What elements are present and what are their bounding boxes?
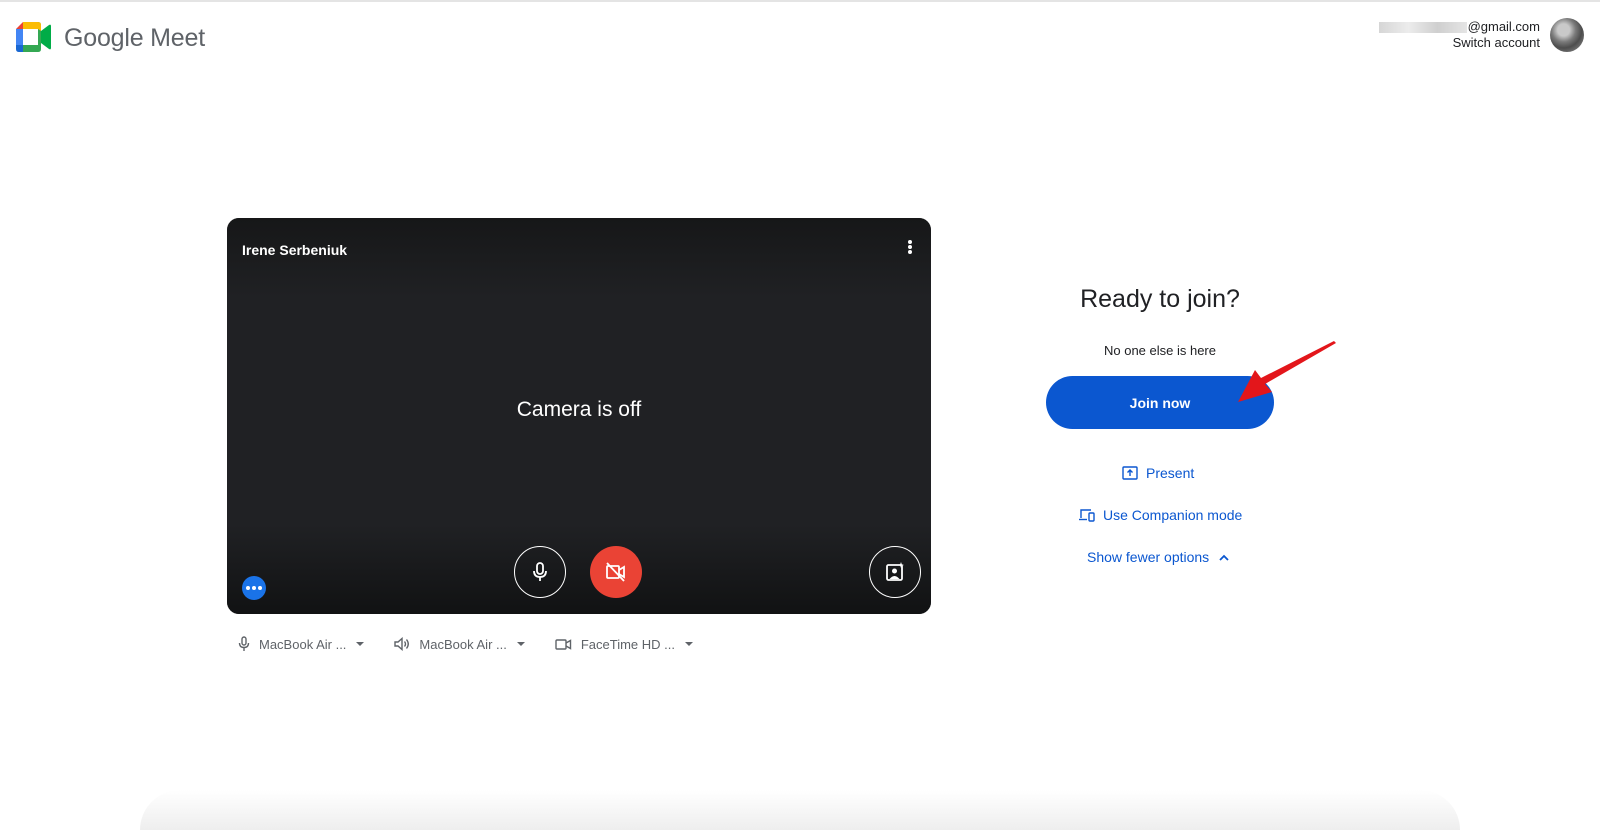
apply-visual-effects-button[interactable] xyxy=(869,546,921,598)
companion-mode-label: Use Companion mode xyxy=(1103,507,1243,523)
chevron-down-icon xyxy=(356,642,365,646)
bottom-panel-edge xyxy=(140,790,1460,830)
chevron-up-icon xyxy=(1219,554,1229,561)
speaker-device-select[interactable]: MacBook Air ... xyxy=(394,636,525,652)
participant-name: Irene Serbeniuk xyxy=(242,242,348,258)
present-label: Present xyxy=(1146,465,1195,481)
camera-off-label: Camera is off xyxy=(516,398,642,421)
video-camera-icon xyxy=(555,638,572,650)
device-selectors: MacBook Air ... MacBook Air ... FaceTime… xyxy=(238,636,723,652)
participants-status: No one else is here xyxy=(1103,343,1216,358)
switch-account-link[interactable]: Switch account xyxy=(1379,35,1540,51)
present-icon xyxy=(1122,466,1138,480)
chevron-down-icon xyxy=(685,642,693,646)
preview-top-gradient xyxy=(227,218,931,298)
ready-to-join-title: Ready to join? xyxy=(1080,285,1240,313)
google-meet-logo xyxy=(16,22,51,52)
camera-device-label: FaceTime HD ... xyxy=(580,636,675,652)
microphone-device-label: MacBook Air ... xyxy=(259,636,347,652)
microphone-device-select[interactable]: MacBook Air ... xyxy=(238,636,365,652)
show-fewer-options-label: Show fewer options xyxy=(1087,549,1210,565)
account-email: @gmail.com xyxy=(1378,19,1540,35)
brand-meet: Meet xyxy=(150,24,205,52)
speaker-icon xyxy=(394,637,410,651)
preview-bottom-gradient xyxy=(227,524,931,614)
camera-off-icon xyxy=(606,562,625,582)
avatar[interactable] xyxy=(1550,18,1584,52)
chevron-down-icon xyxy=(516,642,525,646)
annotation-arrow-icon xyxy=(1238,341,1336,402)
microphone-small-icon xyxy=(238,636,250,651)
show-fewer-options-button[interactable]: Show fewer options xyxy=(1087,549,1237,565)
brand-google: Google xyxy=(64,24,144,52)
more-options-icon[interactable] xyxy=(903,238,917,256)
camera-toggle-button[interactable] xyxy=(590,546,642,598)
microphone-toggle-button[interactable] xyxy=(514,546,566,598)
present-button[interactable]: Present xyxy=(1122,465,1194,481)
camera-device-select[interactable]: FaceTime HD ... xyxy=(555,637,693,652)
more-options-dots-icon[interactable] xyxy=(242,576,266,600)
account-email-suffix: @gmail.com xyxy=(1467,19,1540,34)
companion-mode-button[interactable]: Use Companion mode xyxy=(1078,507,1242,523)
speaker-device-label: MacBook Air ... xyxy=(419,636,507,652)
video-preview: Irene Serbeniuk Camera is off xyxy=(227,218,931,614)
redacted-email-prefix xyxy=(1378,21,1467,33)
microphone-icon xyxy=(533,562,547,581)
account-info[interactable]: @gmail.com Switch account xyxy=(1378,19,1540,51)
visual-effects-icon xyxy=(886,562,904,581)
companion-mode-icon xyxy=(1079,509,1095,522)
header: Google Meet @gmail.com Switch account xyxy=(0,0,1600,76)
brand-name: Google Meet xyxy=(64,24,205,53)
